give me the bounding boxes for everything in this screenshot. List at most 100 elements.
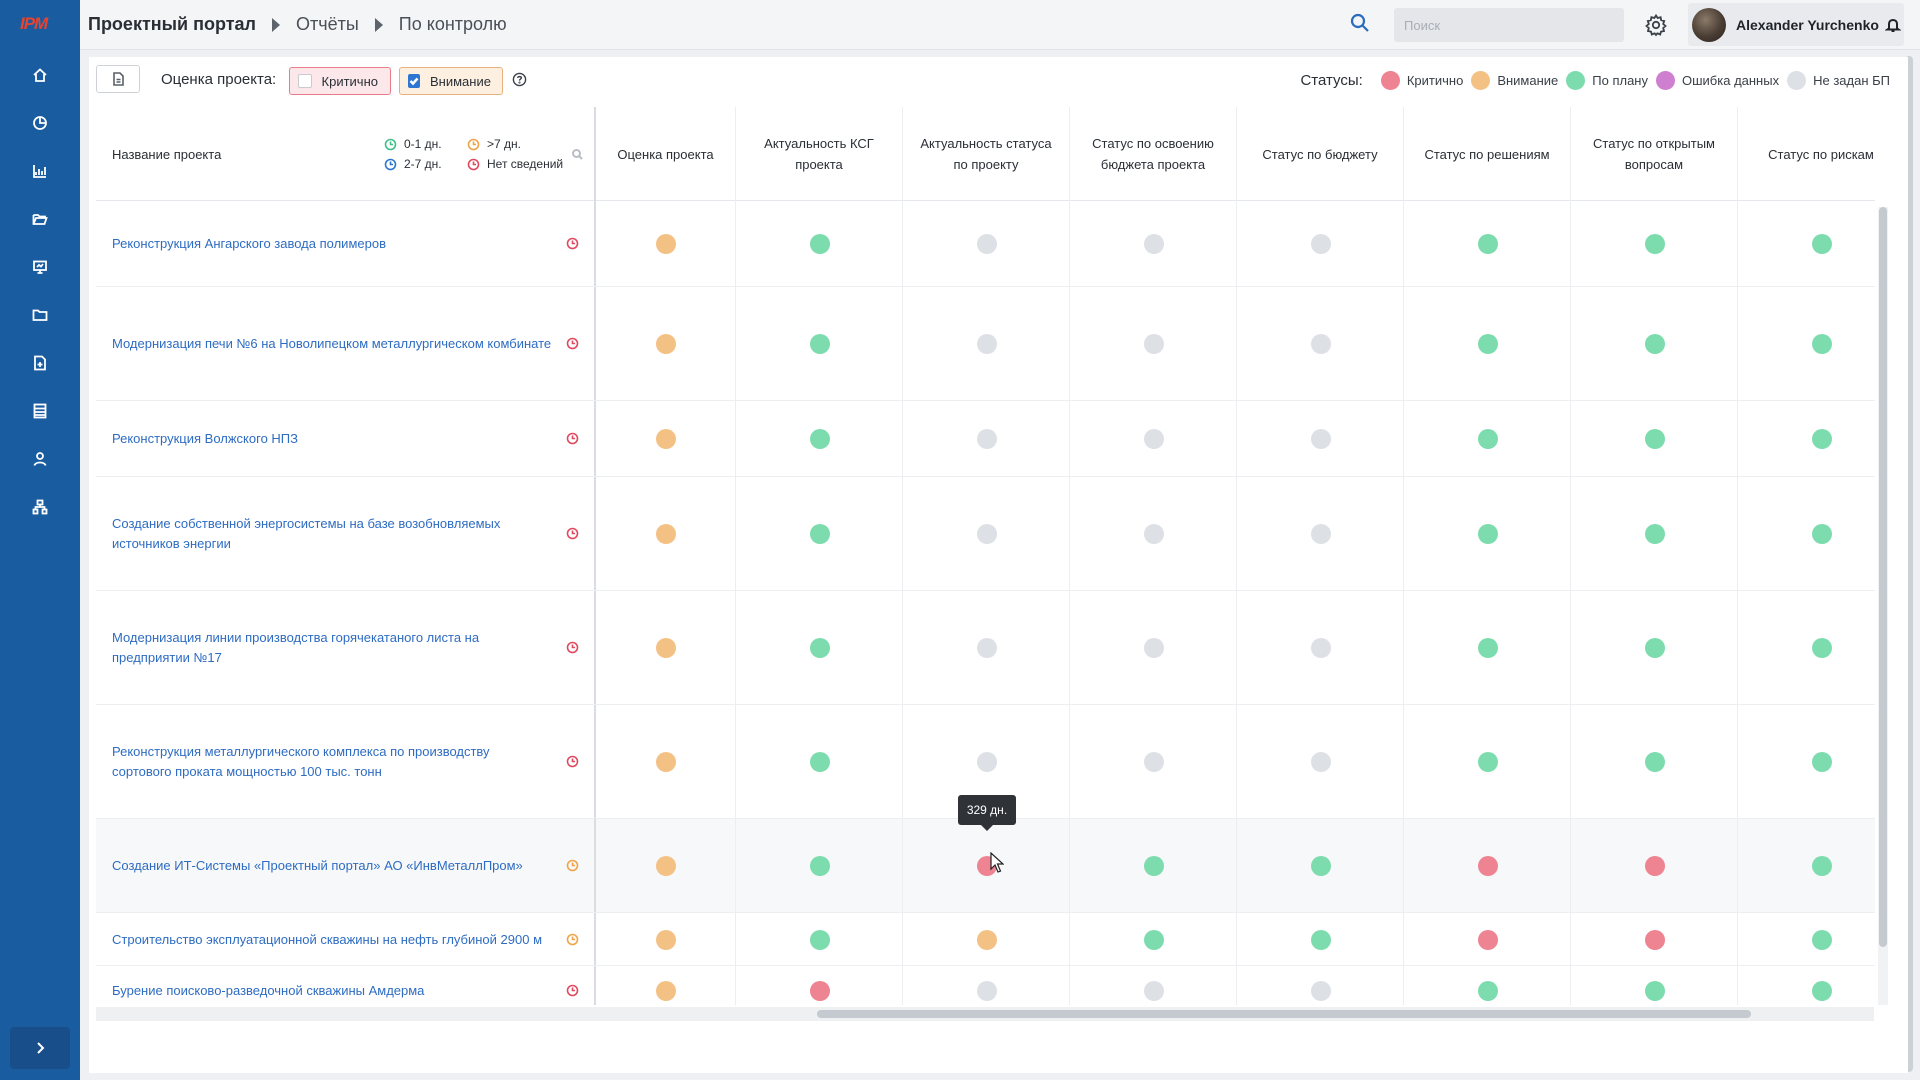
status-dot[interactable] [1143,981,1164,1001]
status-dot[interactable] [1811,929,1832,950]
chart-icon[interactable] [28,159,52,183]
table-row[interactable]: Модернизация линии производства горячека… [96,591,1875,705]
status-dot[interactable] [976,429,997,449]
column-header[interactable]: Статус по рискам [1738,107,1875,201]
status-dot[interactable] [1143,234,1164,254]
status-dot[interactable] [1143,429,1164,449]
table-vertical-scrollbar-thumb[interactable] [1879,207,1887,947]
status-dot[interactable] [1477,524,1498,544]
status-dot[interactable] [1644,524,1665,544]
status-dot[interactable] [1310,638,1331,658]
status-dot[interactable] [976,524,997,544]
status-dot[interactable] [809,334,830,354]
pie-chart-icon[interactable] [28,111,52,135]
project-link[interactable]: Бурение поисково-разведочной скважины Ам… [112,981,552,1001]
status-dot[interactable] [656,234,676,254]
status-dot[interactable] [1477,929,1498,950]
gear-icon[interactable] [1644,13,1668,37]
column-header[interactable]: Оценка проекта [596,107,736,201]
status-dot[interactable] [1644,856,1665,876]
status-dot[interactable] [656,752,676,772]
status-dot[interactable] [809,638,830,658]
column-header[interactable]: Статус по решениям [1404,107,1571,201]
table-row[interactable]: Создание ИТ-Системы «Проектный портал» А… [96,819,1875,913]
status-dot[interactable] [1811,429,1832,449]
status-dot[interactable] [1310,856,1331,876]
org-chart-icon[interactable] [28,495,52,519]
search-icon[interactable] [1350,13,1372,35]
table-row[interactable]: Бурение поисково-разведочной скважины Ам… [96,966,1875,1005]
status-dot[interactable] [1477,856,1498,876]
status-dot[interactable] [1143,334,1164,354]
status-dot[interactable] [809,981,830,1001]
table-row[interactable]: Создание собственной энергосистемы на ба… [96,477,1875,591]
status-dot[interactable] [1310,752,1331,772]
project-link[interactable]: Реконструкция Ангарского завода полимеро… [112,234,552,254]
status-dot[interactable] [976,234,997,254]
status-dot[interactable] [1310,524,1331,544]
status-dot[interactable] [1143,856,1164,876]
status-dot[interactable] [1477,981,1498,1001]
app-logo[interactable]: IPM [20,14,48,34]
status-dot[interactable] [656,981,676,1001]
status-dot[interactable] [809,856,830,876]
list-icon[interactable] [28,399,52,423]
status-dot[interactable] [809,752,830,772]
table-row[interactable]: Модернизация печи №6 на Новолипецком мет… [96,287,1875,401]
table-vertical-scrollbar[interactable] [1878,207,1888,1005]
status-dot[interactable] [656,429,676,449]
status-dot[interactable] [809,929,830,950]
status-dot[interactable] [1477,334,1498,354]
status-dot[interactable] [1143,752,1164,772]
status-dot[interactable] [976,334,997,354]
status-dot[interactable] [976,929,997,950]
file-add-icon[interactable] [28,351,52,375]
status-dot[interactable] [1310,981,1331,1001]
project-link[interactable]: Модернизация печи №6 на Новолипецком мет… [112,334,552,354]
home-icon[interactable] [28,63,52,87]
search-input[interactable] [1394,8,1624,42]
status-dot[interactable] [1143,638,1164,658]
status-dot[interactable] [1644,981,1665,1001]
column-header[interactable]: Актуальность КСГ проекта [736,107,903,201]
presentation-icon[interactable] [28,255,52,279]
status-dot[interactable] [1477,234,1498,254]
project-link[interactable]: Реконструкция металлургического комплекс… [112,742,552,782]
project-link[interactable]: Строительство эксплуатационной скважины … [112,930,552,950]
project-link[interactable]: Создание ИТ-Системы «Проектный портал» А… [112,856,552,876]
status-dot[interactable] [656,638,676,658]
project-link[interactable]: Реконструкция Волжского НПЗ [112,429,552,449]
folder-icon[interactable] [28,303,52,327]
status-dot[interactable] [1644,429,1665,449]
status-dot[interactable] [976,981,997,1001]
folder-open-icon[interactable] [28,207,52,231]
status-dot[interactable] [1477,429,1498,449]
status-dot[interactable] [1811,752,1832,772]
status-dot[interactable] [656,524,676,544]
table-horizontal-scrollbar[interactable] [96,1007,1874,1021]
table-row[interactable]: Реконструкция Волжского НПЗ [96,401,1875,477]
status-dot[interactable] [1310,234,1331,254]
filter-critical-checkbox[interactable]: Критично [289,67,391,95]
column-search-icon[interactable] [572,147,584,160]
table-horizontal-scrollbar-thumb[interactable] [817,1010,1751,1018]
status-dot[interactable] [1644,638,1665,658]
bell-icon[interactable] [1884,17,1902,33]
status-dot[interactable] [1811,638,1832,658]
status-dot[interactable] [656,334,676,354]
sidebar-expand-button[interactable] [10,1027,70,1069]
table-row[interactable]: Строительство эксплуатационной скважины … [96,913,1875,966]
status-dot[interactable] [1477,638,1498,658]
status-dot[interactable] [1644,234,1665,254]
user-menu[interactable]: Alexander Yurchenko [1688,3,1904,46]
status-dot[interactable] [656,856,676,876]
status-dot[interactable] [1310,334,1331,354]
status-dot[interactable] [1811,981,1832,1001]
column-header[interactable]: Статус по открытым вопросам [1571,107,1738,201]
status-dot[interactable] [976,752,997,772]
status-dot[interactable] [1310,929,1331,950]
status-dot[interactable] [1644,334,1665,354]
status-dot[interactable] [1644,752,1665,772]
status-dot[interactable] [1310,429,1331,449]
status-dot[interactable] [809,234,830,254]
